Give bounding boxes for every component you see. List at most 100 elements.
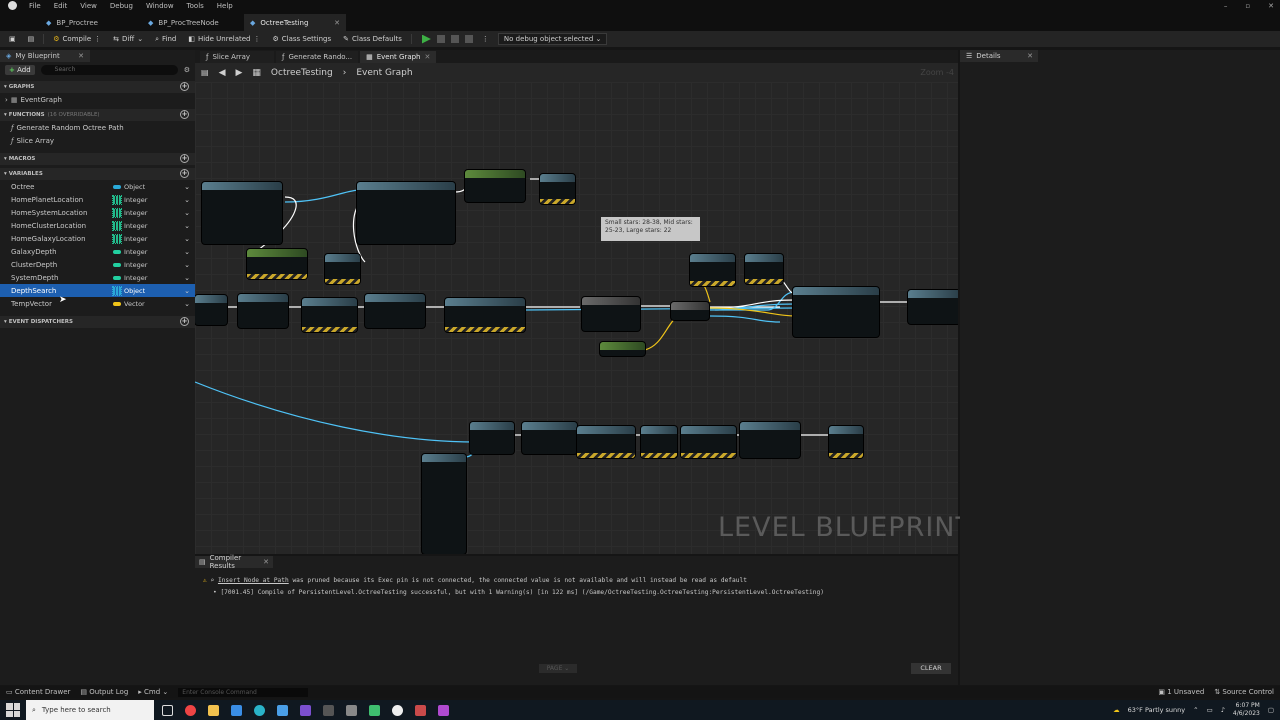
variable-item[interactable]: TempVector Vector ⌄	[0, 297, 195, 310]
blueprint-node-branch[interactable]	[671, 302, 709, 320]
blueprint-node-print-string[interactable]	[540, 174, 575, 204]
store-icon[interactable]	[231, 704, 242, 716]
section-event-dispatchers[interactable]: ▾ EVENT DISPATCHERS +	[0, 316, 195, 328]
blueprint-node-print-string[interactable]	[577, 426, 635, 458]
tab-generate-random[interactable]: ƒ Generate Rando...	[276, 50, 359, 63]
forward-arrow-icon[interactable]: ▶	[235, 68, 242, 78]
app-icon[interactable]	[369, 704, 380, 716]
variable-type[interactable]: Integer	[112, 207, 147, 218]
compile-button[interactable]: ⚙ Compile ⋮	[50, 35, 104, 43]
graph-canvas[interactable]	[195, 82, 958, 554]
search-input[interactable]: Search	[40, 65, 178, 75]
variable-item[interactable]: HomeSystemLocation Integer ⌄	[0, 206, 195, 219]
blueprint-node-variable[interactable]	[195, 295, 227, 325]
menu-debug[interactable]: Debug	[110, 2, 133, 10]
more-icon[interactable]: ⋮	[94, 35, 101, 43]
add-macro-icon[interactable]: +	[180, 154, 189, 163]
console-command-input[interactable]: Enter Console Command	[178, 687, 309, 697]
chevron-down-icon[interactable]: ⌄	[184, 248, 190, 256]
comment-box[interactable]: Small stars: 28-38, Mid stars: 25-23, La…	[601, 217, 700, 241]
tab-event-graph[interactable]: ▦ Event Graph ✕	[360, 50, 437, 63]
task-view-icon[interactable]	[162, 704, 173, 716]
back-arrow-icon[interactable]: ◀	[219, 68, 226, 78]
variable-type[interactable]: Integer	[112, 220, 147, 231]
volume-icon[interactable]: ♪	[1221, 706, 1225, 714]
mail-icon[interactable]	[277, 704, 288, 716]
unreal-logo-icon[interactable]	[8, 1, 17, 10]
variable-type[interactable]: Integer	[112, 233, 147, 244]
tab-octreetesting[interactable]: ◆ OctreeTesting ✕	[244, 14, 346, 31]
variable-item[interactable]: ClusterDepth Integer ⌄	[0, 258, 195, 271]
app-icon[interactable]	[415, 704, 426, 716]
section-variables[interactable]: ▾ VARIABLES +	[0, 168, 195, 180]
tab-slice-array[interactable]: ƒ Slice Array	[200, 50, 274, 63]
maximize-icon[interactable]: ▫	[1245, 2, 1250, 10]
unsaved-button[interactable]: ▣ 1 Unsaved	[1158, 688, 1204, 696]
add-variable-icon[interactable]: +	[180, 169, 189, 178]
folder-icon[interactable]	[208, 704, 219, 716]
section-macros[interactable]: ▾ MACROS +	[0, 153, 195, 165]
blueprint-node-to-string[interactable]	[365, 294, 425, 328]
blueprint-node-to-string[interactable]	[465, 170, 525, 202]
variable-item[interactable]: GalaxyDepth Integer ⌄	[0, 245, 195, 258]
blueprint-node-make-array[interactable]	[422, 454, 466, 554]
chevron-down-icon[interactable]: ⌄	[184, 300, 190, 308]
app-icon[interactable]	[438, 704, 449, 716]
app-icon[interactable]	[323, 704, 334, 716]
blueprint-node-to-string[interactable]	[740, 422, 800, 458]
pause-icon[interactable]	[436, 35, 445, 43]
blueprint-node-get-neighbours[interactable]	[238, 294, 288, 328]
variable-item[interactable]: HomePlanetLocation Integer ⌄	[0, 193, 195, 206]
debug-object-dropdown[interactable]: No debug object selected ⌄	[497, 33, 608, 45]
close-icon[interactable]: ✕	[1027, 52, 1033, 60]
taskbar-search-input[interactable]: ⌕ Type here to search	[26, 700, 154, 720]
variable-item[interactable]: DepthSearch Object ⌄	[0, 284, 195, 297]
add-graph-icon[interactable]: +	[180, 82, 189, 91]
function-item-slice-array[interactable]: ƒ Slice Array	[0, 134, 195, 147]
blueprint-node-print-string[interactable]	[641, 426, 677, 458]
blueprint-node-to-string[interactable]	[690, 254, 735, 286]
blueprint-node-print-string[interactable]	[829, 426, 863, 458]
chevron-down-icon[interactable]: ⌄	[184, 261, 190, 269]
windows-start-icon[interactable]	[6, 703, 20, 717]
variable-item[interactable]: HomeClusterLocation Integer ⌄	[0, 219, 195, 232]
details-tab[interactable]: ☰ Details ✕	[960, 50, 1038, 62]
blueprint-node-to-string[interactable]	[522, 422, 577, 454]
variable-type[interactable]: Integer	[113, 248, 147, 256]
compiler-results-tab[interactable]: ▤ Compiler Results ✕	[195, 554, 273, 570]
unreal-icon[interactable]	[392, 704, 403, 716]
chevron-down-icon[interactable]: ⌄	[184, 209, 190, 217]
blueprint-node-insert-node-at-path[interactable]	[357, 182, 455, 244]
page-dropdown[interactable]: PAGE ⌄	[539, 664, 577, 673]
chevron-down-icon[interactable]: ⌄	[184, 287, 190, 295]
variable-type[interactable]: Integer	[112, 194, 147, 205]
chevron-down-icon[interactable]: ⌄	[184, 196, 190, 204]
tab-bp-proctreenode[interactable]: ◆ BP_ProcTreeNode	[142, 14, 244, 31]
add-button[interactable]: + Add	[5, 65, 35, 75]
calculator-icon[interactable]	[346, 704, 357, 716]
variable-item[interactable]: SystemDepth Integer ⌄	[0, 271, 195, 284]
variable-item[interactable]: Octree Object ⌄	[0, 180, 195, 193]
node-link[interactable]: Insert Node at Path	[218, 577, 289, 584]
tab-bp-proctree[interactable]: ◆ BP_Proctree	[40, 14, 142, 31]
stop-icon[interactable]	[450, 35, 459, 43]
variable-type[interactable]: Vector	[113, 300, 145, 308]
blueprint-node-print-string[interactable]	[745, 254, 783, 284]
chevron-down-icon[interactable]: ⌄	[184, 222, 190, 230]
diff-button[interactable]: ⇆ Diff ⌄	[110, 35, 146, 43]
edge-icon[interactable]	[254, 704, 265, 716]
play-icon[interactable]	[421, 34, 431, 44]
find-button[interactable]: ⌕ Find	[152, 35, 179, 44]
blueprint-node-to-string[interactable]	[247, 249, 307, 279]
class-settings-button[interactable]: ⚙ Class Settings	[270, 35, 335, 43]
my-blueprint-tab[interactable]: ◈ My Blueprint ✕	[0, 50, 90, 62]
blueprint-node-print-string[interactable]	[325, 254, 360, 284]
blueprint-node-insert-node[interactable]	[202, 182, 282, 244]
clock[interactable]: 6:07 PM 4/6/2023	[1233, 702, 1260, 718]
menu-tools[interactable]: Tools	[187, 2, 204, 10]
more-icon[interactable]: ⋮	[479, 35, 492, 43]
menu-view[interactable]: View	[80, 2, 97, 10]
weather-icon[interactable]: ☁	[1113, 706, 1120, 714]
graph-menu-icon[interactable]: ▤	[201, 68, 209, 77]
close-icon[interactable]: ✕	[263, 558, 269, 566]
